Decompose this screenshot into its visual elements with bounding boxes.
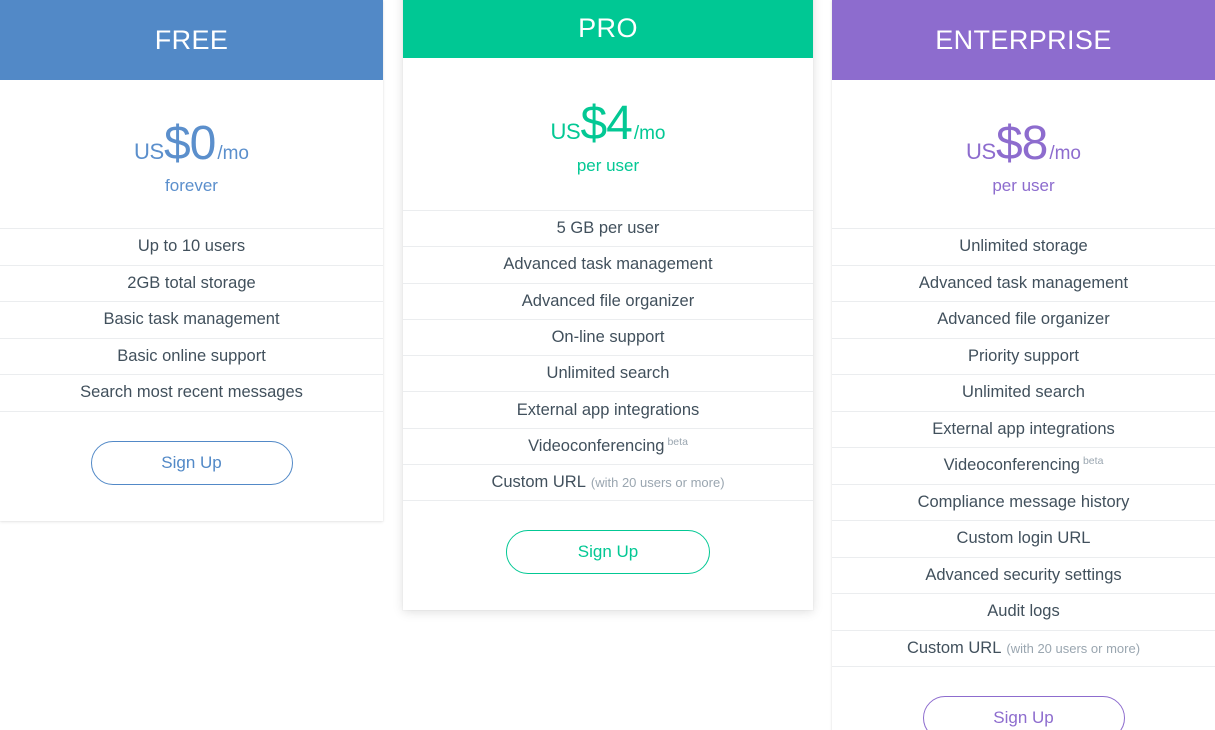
feature-label: Advanced task management	[503, 255, 713, 274]
pricing-card-pro: PRO US $4 /mo per user 5 GB per user Adv…	[403, 0, 813, 611]
price-block-pro: US $4 /mo per user	[403, 58, 813, 211]
feature-row: Advanced security settings	[832, 558, 1215, 594]
feature-label: Unlimited search	[962, 383, 1085, 402]
price-period-free: /mo	[217, 143, 250, 164]
feature-row: Custom URL (with 20 users or more)	[403, 465, 813, 502]
feature-label: Custom URL	[491, 473, 586, 492]
cta-wrap-pro: Sign Up	[403, 501, 813, 610]
price-period-enterprise: /mo	[1049, 143, 1082, 164]
feature-label: External app integrations	[516, 400, 700, 419]
feature-label: 2GB total storage	[127, 273, 256, 292]
feature-label: Priority support	[968, 346, 1079, 365]
price-currency-enterprise: US	[965, 139, 996, 164]
plan-title-free: FREE	[154, 24, 229, 55]
feature-label: Up to 10 users	[137, 237, 246, 256]
signup-button-pro[interactable]: Sign Up	[506, 530, 710, 575]
feature-row: Search most recent messages	[0, 375, 383, 412]
signup-button-label: Sign Up	[577, 542, 639, 562]
cta-wrap-enterprise: Sign Up	[832, 667, 1215, 730]
price-currency-pro: US	[550, 119, 581, 144]
feature-label: Compliance message history	[917, 492, 1130, 511]
signup-button-enterprise[interactable]: Sign Up	[922, 696, 1125, 730]
feature-row: Custom URL (with 20 users or more)	[832, 631, 1215, 667]
price-currency-free: US	[133, 139, 164, 164]
feature-row: Unlimited search	[403, 356, 813, 393]
feature-note: (with 20 users or more)	[1006, 640, 1141, 656]
price-note-pro: per user	[576, 156, 640, 175]
price-block-free: US $0 /mo forever	[0, 80, 383, 229]
feature-label: Basic online support	[117, 346, 266, 365]
feature-row: 5 GB per user	[403, 211, 813, 248]
feature-row: On-line support	[403, 320, 813, 357]
feature-label: Basic task management	[103, 310, 280, 329]
price-block-enterprise: US $8 /mo per user	[832, 80, 1215, 229]
signup-button-label: Sign Up	[161, 452, 222, 472]
pricing-card-enterprise: ENTERPRISE US $8 /mo per user Unlimited …	[832, 0, 1215, 730]
feature-row: Priority support	[832, 339, 1215, 375]
pricing-card-free: FREE US $0 /mo forever Up to 10 users 2G…	[0, 0, 383, 521]
feature-beta-badge: beta	[1082, 455, 1104, 467]
feature-label: Custom URL	[906, 638, 1002, 657]
signup-button-free[interactable]: Sign Up	[90, 440, 293, 485]
feature-row: Unlimited storage	[832, 229, 1215, 266]
plan-title-pro: PRO	[578, 12, 638, 43]
feature-label: Advanced task management	[918, 273, 1129, 292]
price-amount-enterprise: $8	[995, 117, 1048, 170]
feature-row: Videoconferencing beta	[832, 448, 1215, 485]
feature-row: Videoconferencing beta	[403, 429, 813, 466]
feature-row: Basic online support	[0, 339, 383, 375]
feature-label: 5 GB per user	[556, 219, 660, 238]
price-note-enterprise: per user	[992, 176, 1055, 195]
feature-row: Advanced task management	[403, 247, 813, 284]
plan-header-free: FREE	[0, 0, 383, 80]
feature-label: Custom login URL	[956, 529, 1091, 548]
feature-label: Advanced file organizer	[937, 310, 1110, 329]
feature-row: Basic task management	[0, 302, 383, 339]
feature-row: Advanced file organizer	[832, 302, 1215, 339]
feature-list-pro: 5 GB per user Advanced task management A…	[403, 211, 813, 502]
price-note-free: forever	[165, 176, 218, 195]
feature-list-free: Up to 10 users 2GB total storage Basic t…	[0, 229, 383, 412]
feature-beta-badge: beta	[667, 435, 688, 448]
feature-label: External app integrations	[932, 419, 1115, 438]
price-line-pro: US $4 /mo	[403, 100, 813, 148]
feature-row: 2GB total storage	[0, 266, 383, 302]
feature-label: Unlimited search	[546, 364, 670, 383]
feature-label: Videoconferencing	[528, 436, 665, 455]
feature-label: Advanced file organizer	[521, 291, 695, 310]
feature-row: Unlimited search	[832, 375, 1215, 412]
feature-row: Custom login URL	[832, 521, 1215, 558]
feature-label: On-line support	[551, 328, 665, 347]
feature-row: External app integrations	[832, 412, 1215, 448]
price-amount-free: $0	[163, 117, 216, 170]
plan-title-enterprise: ENTERPRISE	[935, 24, 1112, 55]
feature-row: Up to 10 users	[0, 229, 383, 266]
feature-row: Compliance message history	[832, 485, 1215, 521]
feature-note: (with 20 users or more)	[590, 475, 725, 491]
feature-row: External app integrations	[403, 392, 813, 429]
price-period-pro: /mo	[633, 123, 666, 144]
pricing-table: FREE US $0 /mo forever Up to 10 users 2G…	[0, 0, 1215, 730]
price-line-enterprise: US $8 /mo	[832, 120, 1215, 168]
plan-header-enterprise: ENTERPRISE	[832, 0, 1215, 80]
price-amount-pro: $4	[580, 97, 632, 150]
signup-button-label: Sign Up	[993, 708, 1054, 727]
feature-row: Advanced file organizer	[403, 284, 813, 320]
feature-list-enterprise: Unlimited storage Advanced task manageme…	[832, 229, 1215, 667]
plan-header-pro: PRO	[403, 0, 813, 58]
feature-label: Audit logs	[987, 602, 1060, 621]
feature-label: Advanced security settings	[925, 565, 1122, 584]
feature-row: Audit logs	[832, 594, 1215, 631]
feature-row: Advanced task management	[832, 266, 1215, 302]
feature-label: Search most recent messages	[80, 383, 303, 402]
feature-label: Unlimited storage	[959, 237, 1088, 256]
cta-wrap-free: Sign Up	[0, 412, 383, 521]
price-line-free: US $0 /mo	[0, 120, 383, 168]
feature-label: Videoconferencing	[943, 456, 1080, 475]
